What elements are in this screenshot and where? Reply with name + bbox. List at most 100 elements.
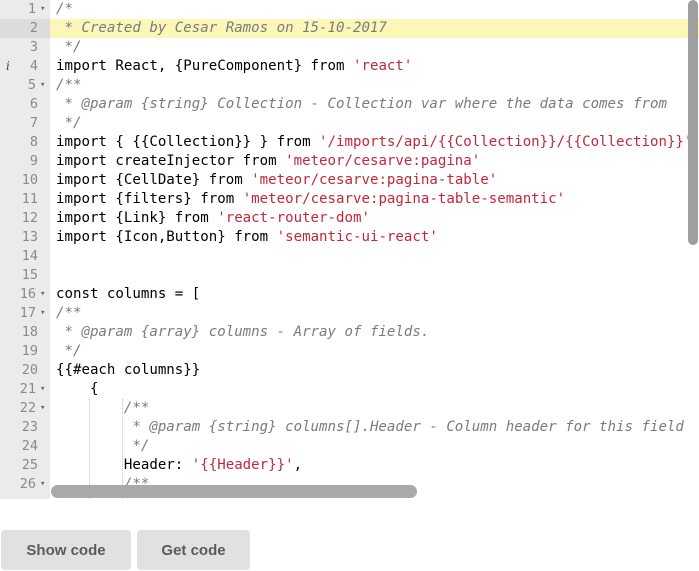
line-number: 13 [21, 229, 38, 245]
code-line[interactable]: 19 */ [0, 342, 699, 361]
line-number: 19 [21, 343, 38, 359]
show-code-button[interactable]: Show code [1, 530, 131, 570]
code-text: * @param {array} columns - Array of fiel… [56, 323, 429, 342]
code-line[interactable]: 17 ▾ /** [0, 304, 699, 323]
gutter-cell: 22 ▾ [0, 399, 50, 418]
code-token: import createInjector from [56, 153, 286, 169]
code-text: */ [56, 114, 81, 133]
gutter-cell: 26 ▾ [0, 475, 50, 494]
code-line[interactable]: i 4 import React, {PureComponent} from 're… [0, 57, 699, 76]
code-line[interactable]: 18 * @param {array} columns - Array of f… [0, 323, 699, 342]
gutter-cell: 1 ▾ [0, 0, 50, 19]
code-text: /** [56, 304, 81, 323]
string-token: 'semantic-ui-react' [276, 229, 438, 245]
info-icon[interactable]: i [6, 57, 10, 76]
fold-arrow-icon[interactable]: ▾ [40, 285, 45, 304]
code-text: import {Icon,Button} from 'semantic-ui-r… [56, 228, 438, 247]
code-line[interactable]: 9 import createInjector from 'meteor/cesa… [0, 152, 699, 171]
code-text: /* [56, 0, 73, 19]
code-line[interactable]: 7 */ [0, 114, 699, 133]
comment-token: * @param {array} columns - Array of fiel… [56, 324, 430, 340]
code-token: , [293, 457, 303, 473]
code-text: {{#each columns}} [56, 361, 200, 380]
line-number: 11 [21, 191, 38, 207]
gutter-cell: 14 [0, 247, 50, 266]
comment-token: /** [123, 400, 150, 416]
code-line[interactable]: 23 * @param {string} columns[].Header - … [0, 418, 699, 437]
fold-arrow-icon[interactable]: ▾ [40, 399, 45, 418]
comment-token: /** [56, 305, 82, 321]
fold-arrow-icon[interactable]: ▾ [40, 304, 45, 323]
gutter-cell: 6 [0, 95, 50, 114]
code-line[interactable]: 22 ▾ /** [0, 399, 699, 418]
code-line[interactable]: 10 import {CellDate} from 'meteor/cesarve… [0, 171, 699, 190]
code-token: {{#each columns}} [56, 362, 201, 378]
code-token: import { {{Collection}} } from [56, 134, 320, 150]
code-line[interactable]: 16 ▾ const columns = [ [0, 285, 699, 304]
gutter-cell: 11 [0, 190, 50, 209]
fold-arrow-icon[interactable]: ▾ [40, 0, 45, 19]
line-number: 5 [27, 77, 36, 93]
code-line[interactable]: 24 */ [0, 437, 699, 456]
gutter-cell: 18 [0, 323, 50, 342]
gutter-cell: 19 [0, 342, 50, 361]
gutter-cell: 25 [0, 456, 50, 475]
code-line[interactable]: 20 {{#each columns}} [0, 361, 699, 380]
vertical-scrollbar-thumb[interactable] [688, 0, 698, 245]
code-text: import React, {PureComponent} from 'reac… [56, 57, 412, 76]
code-text: * @param {string} columns[].Header - Col… [56, 418, 684, 437]
code-line[interactable]: 8 import { {{Collection}} } from '/import… [0, 133, 699, 152]
gutter-cell: 12 [0, 209, 50, 228]
code-line[interactable]: 5 ▾ /** [0, 76, 699, 95]
code-token: { [56, 381, 99, 397]
line-number: 18 [21, 324, 38, 340]
comment-token: /** [56, 77, 82, 93]
code-line[interactable]: 11 import {filters} from 'meteor/cesarve:… [0, 190, 699, 209]
fold-arrow-icon[interactable]: ▾ [40, 380, 45, 399]
gutter-cell: 9 [0, 152, 50, 171]
get-code-button[interactable]: Get code [137, 530, 250, 570]
line-number: 10 [21, 172, 38, 188]
gutter-cell: 16 ▾ [0, 285, 50, 304]
gutter-cell: 5 ▾ [0, 76, 50, 95]
code-text: * @param {string} Collection - Collectio… [56, 95, 666, 114]
line-number: 24 [21, 438, 38, 454]
gutter-cell: 15 [0, 266, 50, 285]
string-token: '{{Header}}' [191, 457, 294, 473]
line-number: 7 [29, 115, 38, 131]
code-line[interactable]: 15 [0, 266, 699, 285]
code-line[interactable]: 6 * @param {string} Collection - Collect… [0, 95, 699, 114]
line-number: 17 [19, 305, 36, 321]
gutter-cell: 7 [0, 114, 50, 133]
line-number: 4 [29, 58, 38, 74]
code-token: import {Link} from [56, 210, 218, 226]
indent-guide [89, 399, 90, 499]
code-line[interactable]: 2 * Created by Cesar Ramos on 15-10-2017 [0, 19, 699, 38]
fold-arrow-icon[interactable]: ▾ [40, 475, 45, 494]
code-line[interactable]: 21 ▾ { [0, 380, 699, 399]
code-text: Header: '{{Header}}', [56, 456, 302, 475]
code-line[interactable]: 1 ▾ /* [0, 0, 699, 19]
code-editor[interactable]: 1 ▾ /* 2 * Created by Cesar Ramos on 15-10-… [0, 0, 699, 499]
fold-arrow-icon[interactable]: ▾ [40, 76, 45, 95]
string-token: 'meteor/cesarve:pagina-table' [251, 172, 498, 188]
code-line[interactable]: 14 [0, 247, 699, 266]
gutter-cell: 21 ▾ [0, 380, 50, 399]
gutter-cell: 23 [0, 418, 50, 437]
code-token: const columns = [ [56, 286, 201, 302]
line-number: 8 [29, 134, 38, 150]
code-line[interactable]: 3 */ [0, 38, 699, 57]
code-text: import { {{Collection}} } from '/imports… [56, 133, 692, 152]
string-token: 'meteor/cesarve:pagina-table-semantic' [242, 191, 566, 207]
line-number: 15 [21, 267, 38, 283]
horizontal-scrollbar-thumb[interactable] [51, 485, 417, 498]
code-line[interactable]: 13 import {Icon,Button} from 'semantic-ui… [0, 228, 699, 247]
code-line[interactable]: 12 import {Link} from 'react-router-dom' [0, 209, 699, 228]
gutter-cell: 8 [0, 133, 50, 152]
code-line[interactable]: 25 Header: '{{Header}}', [0, 456, 699, 475]
line-number: 21 [19, 381, 36, 397]
comment-token: * Created by Cesar Ramos on 15-10-2017 [56, 20, 387, 36]
code-text: import {filters} from 'meteor/cesarve:pa… [56, 190, 565, 209]
code-token: import {CellDate} from [56, 172, 252, 188]
gutter-cell: 10 [0, 171, 50, 190]
